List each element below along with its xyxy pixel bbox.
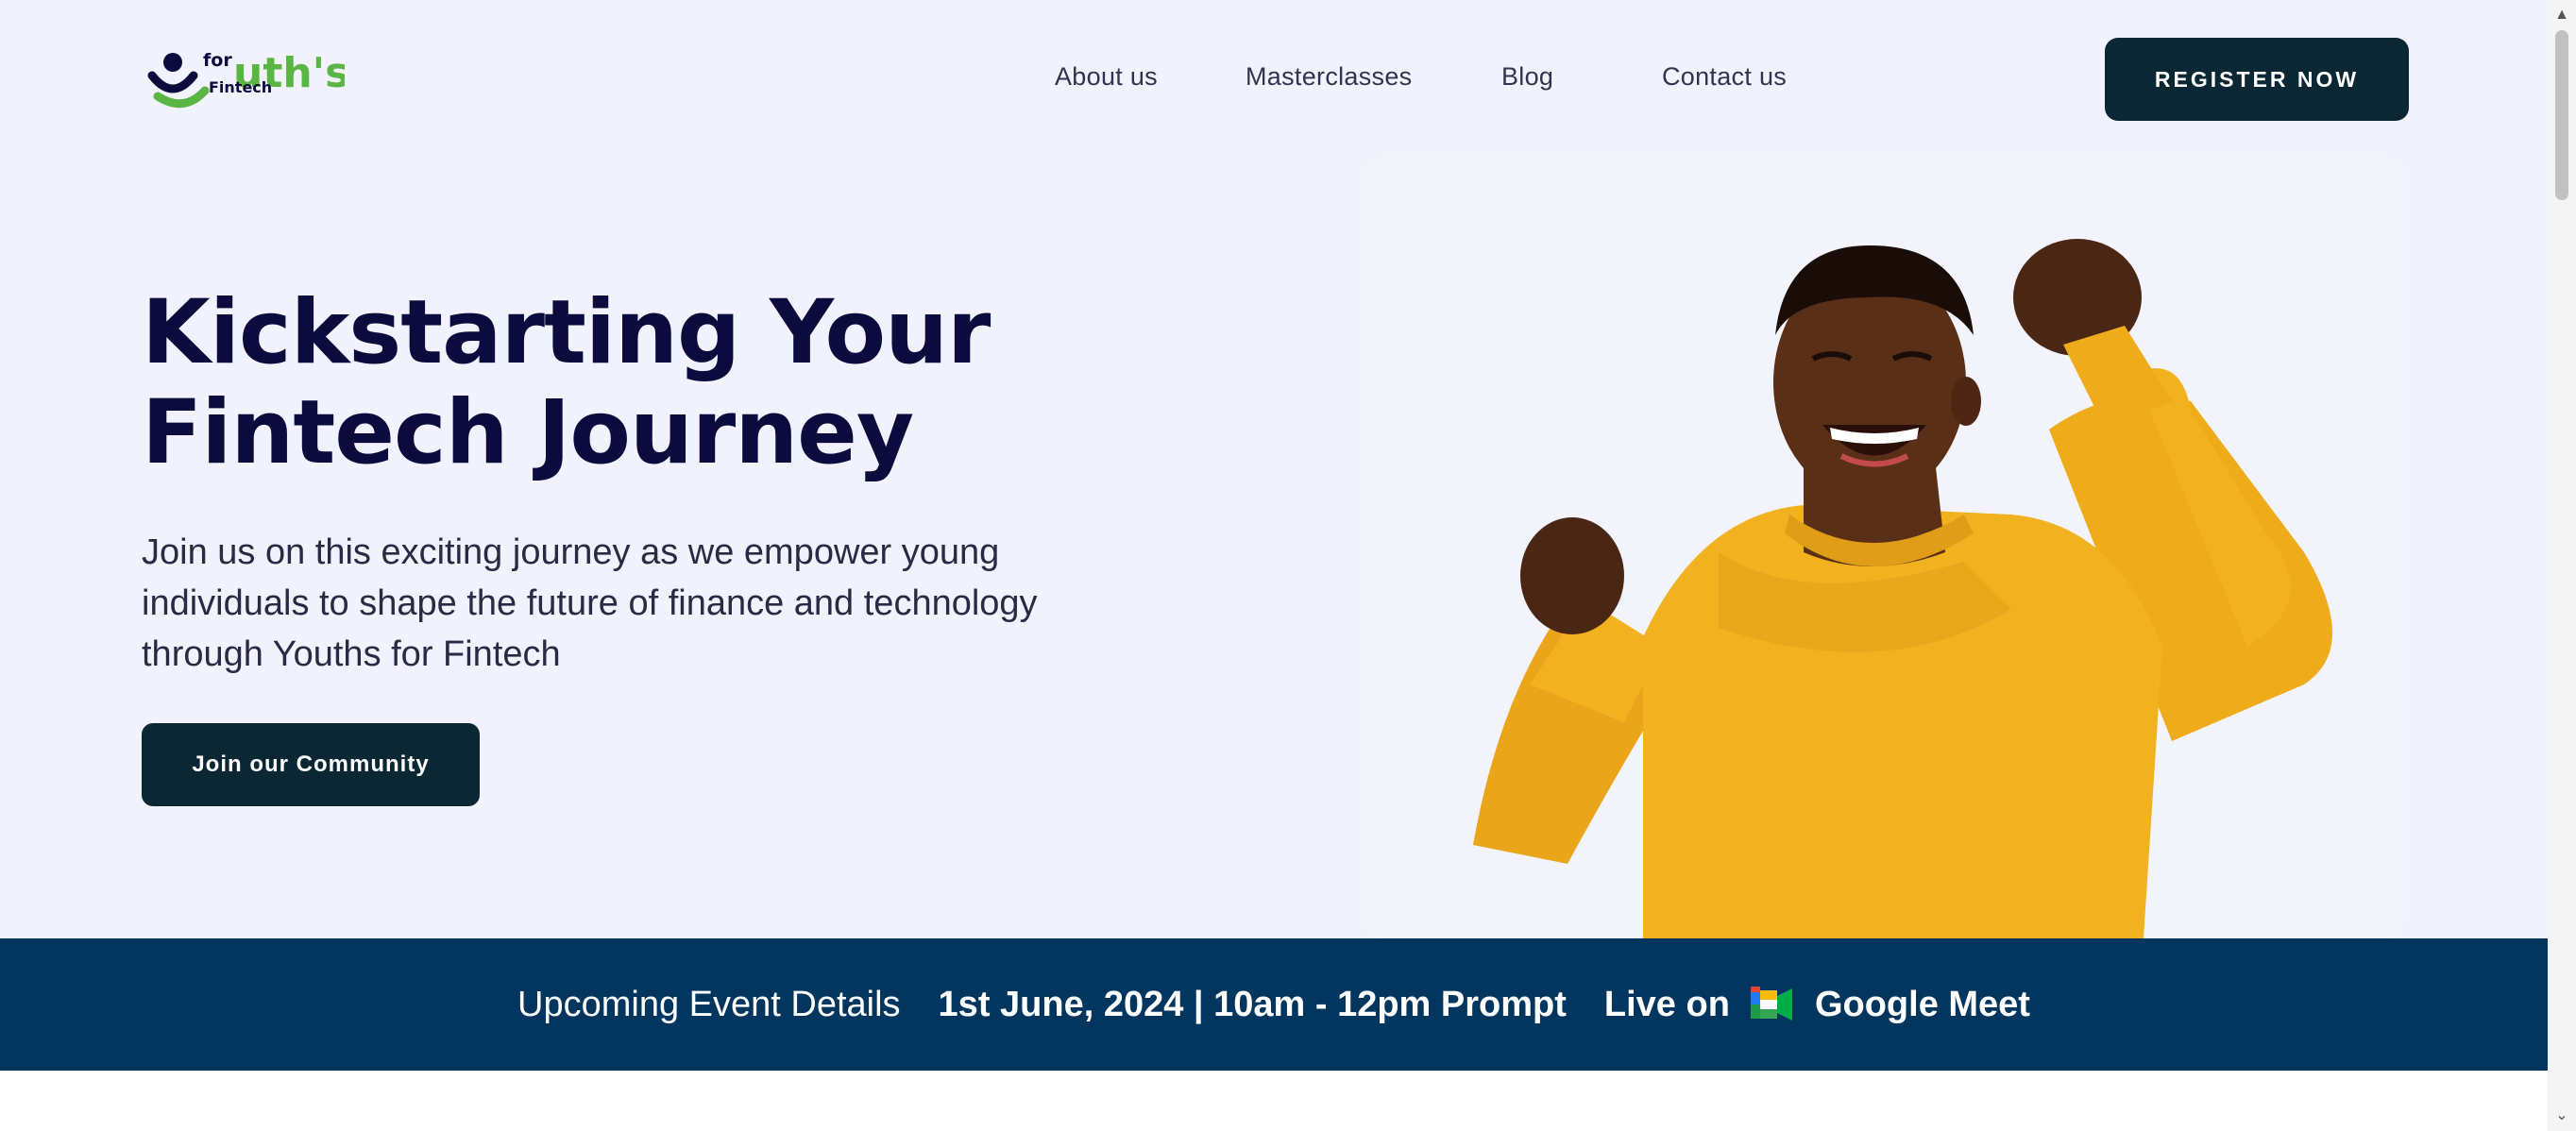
nav-masterclasses[interactable]: Masterclasses [1246, 62, 1412, 92]
nav-contact-us[interactable]: Contact us [1662, 62, 1787, 92]
register-now-button[interactable]: REGISTER NOW [2105, 38, 2409, 121]
svg-text:Fintech: Fintech [209, 78, 272, 96]
event-platform: Google Meet [1814, 984, 2030, 1024]
site-logo[interactable]: for uth's Fintech [146, 38, 349, 118]
headline-line-2: Fintech Journey [142, 381, 914, 484]
join-community-button[interactable]: Join our Community [142, 723, 480, 806]
page: for uth's Fintech About us Masterclasses… [0, 0, 2548, 1131]
nav-blog[interactable]: Blog [1501, 62, 1553, 92]
nav-about-us[interactable]: About us [1055, 62, 1158, 92]
hero-subtext: Join us on this exciting journey as we e… [142, 532, 1038, 674]
chevron-down-icon[interactable]: ⌄ [2548, 1105, 2576, 1127]
vertical-scrollbar[interactable]: ▲ ⌄ [2548, 0, 2576, 1131]
headline-line-1: Kickstarting Your [142, 281, 991, 384]
event-live-on: Live on [1603, 984, 1730, 1024]
event-date-time: 1st June, 2024 | 10am - 12pm Prompt [938, 984, 1567, 1024]
logo-graphic: for uth's Fintech [147, 49, 349, 109]
svg-text:for: for [203, 50, 232, 71]
event-label: Upcoming Event Details [517, 984, 901, 1024]
hero-headline: Kickstarting Your Fintech Journey [142, 283, 1180, 483]
event-details-bar: Upcoming Event Details 1st June, 2024 | … [0, 938, 2548, 1071]
google-meet-icon [1750, 987, 1792, 1021]
chevron-up-icon[interactable]: ▲ [2548, 4, 2576, 26]
celebrating-man-illustration [1473, 239, 2332, 938]
scrollbar-thumb[interactable] [2555, 30, 2568, 200]
hero-image [1360, 156, 2408, 938]
